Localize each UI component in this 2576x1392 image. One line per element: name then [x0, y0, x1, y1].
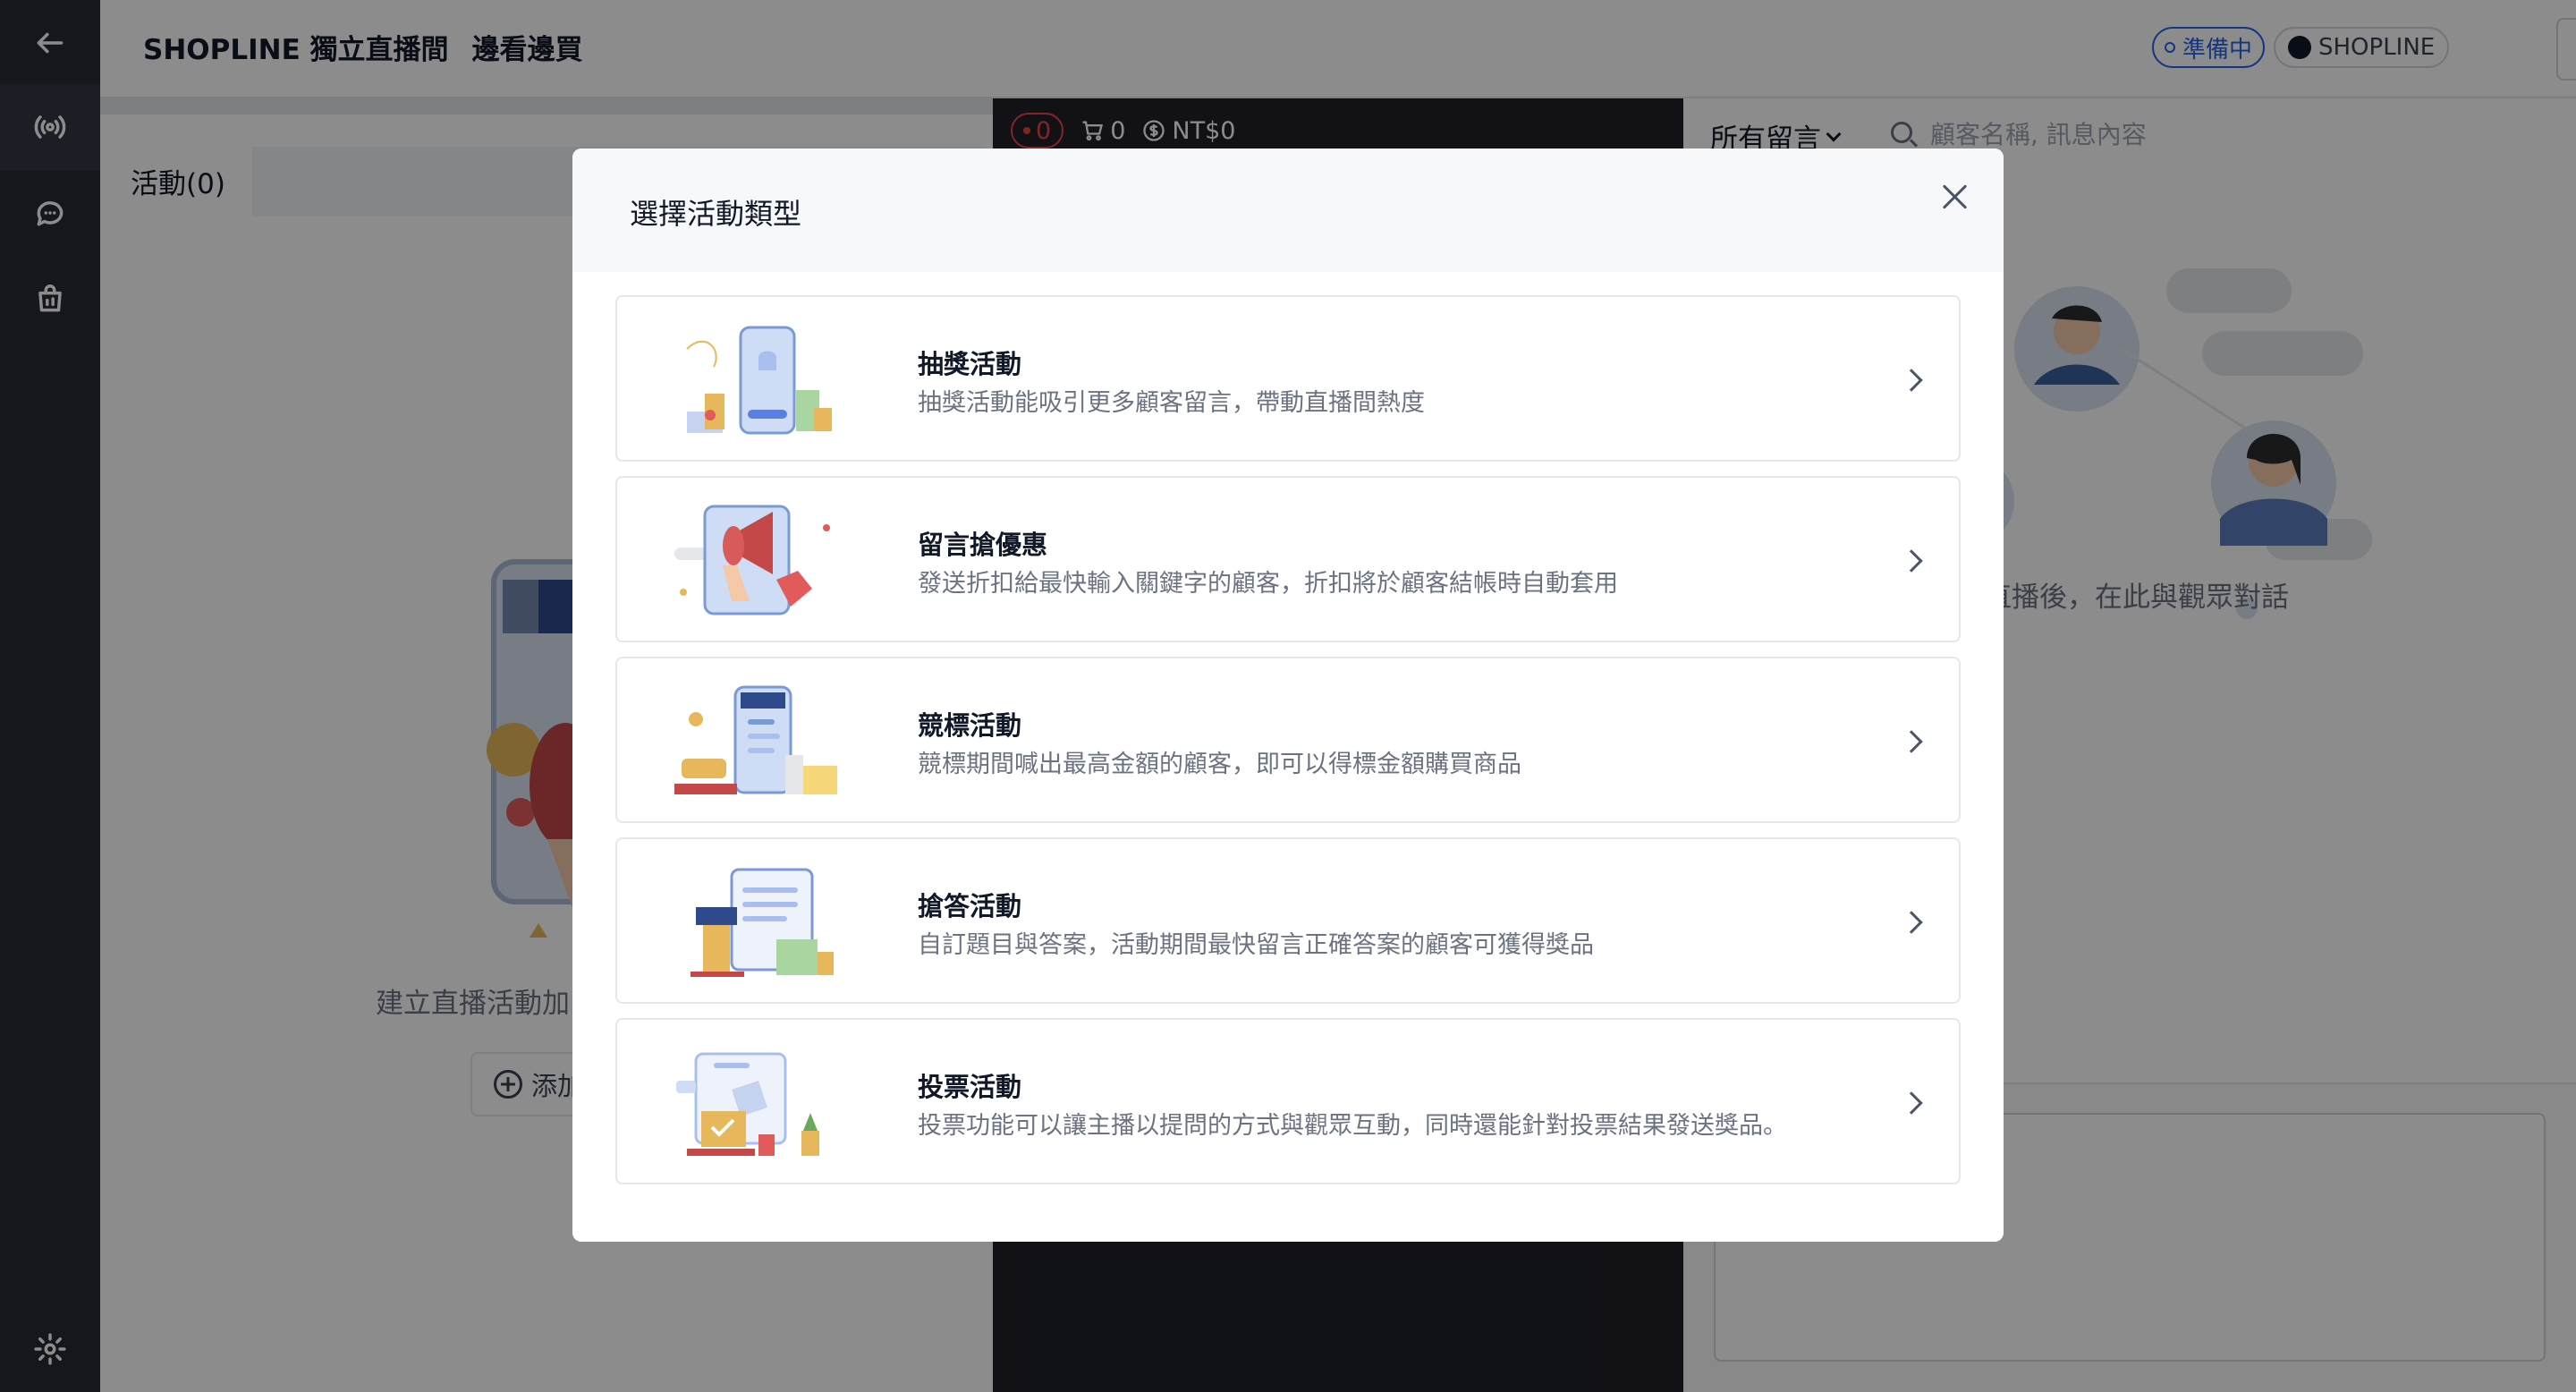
close-icon[interactable] [1939, 181, 1971, 213]
option-title: 競標活動 [918, 710, 1022, 741]
option-description: 自訂題目與答案，活動期間最快留言正確答案的顧客可獲得獎品 [918, 931, 1594, 959]
activity-type-modal: 選擇活動類型 抽獎活動 抽獎活動能吸引更多顧客留言，帶動直播間熱度 留言搶優惠 … [572, 149, 2004, 1242]
option-title: 搶答活動 [918, 891, 1022, 921]
option-auction[interactable]: 競標活動 競標期間喊出最高金額的顧客，即可以得標金額購買商品 [615, 657, 1961, 823]
option-description: 發送折扣給最快輸入關鍵字的顧客，折扣將於顧客結帳時自動套用 [918, 570, 1618, 598]
option-description: 投票功能可以讓主播以提問的方式與觀眾互動，同時還能針對投票結果發送獎品。 [918, 1112, 1787, 1140]
megaphone-discount-icon [674, 505, 830, 615]
modal-header: 選擇活動類型 [572, 149, 2004, 272]
chevron-right-icon [1900, 1091, 1923, 1115]
chevron-right-icon [1900, 549, 1923, 573]
option-poll[interactable]: 投票活動 投票功能可以讓主播以提問的方式與觀眾互動，同時還能針對投票結果發送獎品… [615, 1018, 1961, 1184]
quiz-board-icon [691, 868, 834, 977]
option-lottery[interactable]: 抽獎活動 抽獎活動能吸引更多顧客留言，帶動直播間熱度 [615, 295, 1961, 462]
activity-options-list: 抽獎活動 抽獎活動能吸引更多顧客留言，帶動直播間熱度 留言搶優惠 發送折扣給最快… [615, 295, 1961, 1199]
option-description: 抽獎活動能吸引更多顧客留言，帶動直播間熱度 [918, 389, 1425, 417]
option-description: 競標期間喊出最高金額的顧客，即可以得標金額購買商品 [918, 751, 1521, 778]
modal-title: 選擇活動類型 [630, 197, 802, 231]
option-title: 抽獎活動 [918, 349, 1022, 379]
option-comment-discount[interactable]: 留言搶優惠 發送折扣給最快輸入關鍵字的顧客，折扣將於顧客結帳時自動套用 [615, 476, 1961, 642]
chevron-right-icon [1900, 730, 1923, 753]
auction-gavel-icon [674, 685, 837, 794]
option-quiz[interactable]: 搶答活動 自訂題目與答案，活動期間最快留言正確答案的顧客可獲得獎品 [615, 837, 1961, 1004]
chevron-right-icon [1900, 911, 1923, 934]
poll-ballot-icon [676, 1052, 819, 1156]
lottery-phone-icon [686, 326, 832, 435]
chevron-right-icon [1900, 369, 1923, 392]
option-title: 留言搶優惠 [918, 530, 1048, 560]
option-title: 投票活動 [918, 1072, 1022, 1102]
